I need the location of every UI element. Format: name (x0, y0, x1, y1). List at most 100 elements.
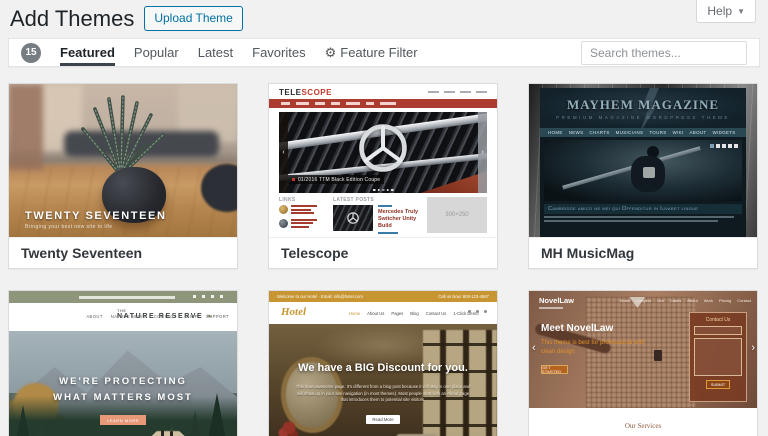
pine-tree (186, 411, 203, 436)
read-more-link[interactable] (378, 232, 398, 235)
topbar-right-text: Call us Now: 800-123-4567 (438, 294, 489, 299)
learn-more-button[interactable]: LEARN MORE (100, 415, 146, 425)
search-input[interactable] (581, 40, 747, 65)
theme-preview-novellaw[interactable]: NovelLaw Home Lawyers Our Cases About Wo… (529, 291, 757, 436)
site-header: Hotel Home About Us Pages Blog Contact U… (269, 302, 497, 324)
hero-subtitle: This theme is best for professional with… (541, 340, 645, 355)
site-header: NovelLaw Home Lawyers Our Cases About Wo… (539, 296, 751, 309)
slider-pagination[interactable] (710, 144, 738, 148)
avatar (279, 205, 288, 214)
social-icons (193, 295, 223, 298)
shirt-patch (643, 166, 655, 178)
tab-latest[interactable]: Latest (198, 39, 233, 66)
topbar (9, 291, 237, 303)
carousel-next-arrow[interactable]: › (751, 342, 755, 354)
theme-name-label[interactable]: Twenty Seventeen (9, 237, 237, 268)
succulent-plant (81, 94, 165, 177)
help-tab[interactable]: Help ▼ (696, 0, 756, 23)
logo-tagline (539, 307, 563, 309)
theme-card-mh-musicmag[interactable]: MAYHEM MAGAZINE PREMIUM MAGAZINE WORDPRE… (528, 83, 758, 269)
hotel-logo: Hotel (281, 306, 307, 318)
latest-heading: LATEST POSTS (333, 197, 375, 203)
gold-topbar: Welcome to our Hotel · Email: info@hotel… (269, 291, 497, 302)
contact-input[interactable] (694, 326, 742, 335)
help-label: Help (707, 4, 733, 18)
links-heading: LINKS (279, 197, 296, 203)
preview-site-title: TWENTY SEVENTEEN (25, 210, 167, 222)
contact-form-title: Contact Us (705, 317, 731, 323)
image-slider: ‹ › 01/2016 TTM Black Edition Coupe (279, 112, 487, 193)
hero-title: We have a BIG Discount for you. (298, 362, 468, 375)
upload-theme-button[interactable]: Upload Theme (144, 6, 243, 31)
theme-card-novellaw[interactable]: NovelLaw Home Lawyers Our Cases About Wo… (528, 290, 758, 436)
services-section: Our Services (529, 408, 757, 436)
theme-filter-bar: 15 Featured Popular Latest Favorites ⚙ F… (8, 38, 760, 67)
post-title[interactable]: Mercedes Truly Switcher Unity Build (378, 209, 419, 230)
theme-name-label[interactable]: MH MusicMag (529, 237, 757, 268)
preview-site-tagline: Bringing your best new site to life (25, 224, 113, 230)
contact-form: Contact Us SUBMIT (689, 312, 747, 402)
slider-next-arrow[interactable]: › (478, 112, 487, 193)
submit-button[interactable]: SUBMIT (706, 380, 730, 389)
hotel-nav: Home About Us Pages Blog Contact Us 1-Cl… (349, 311, 479, 316)
musicmag-nav: HOME NEWS CHARTS MUSICIANS TOURS WIKI AB… (540, 128, 746, 137)
tab-favorites[interactable]: Favorites (252, 39, 305, 66)
masthead-tagline: PREMIUM MAGAZINE WORDPRESS THEME (556, 115, 730, 120)
post-headline[interactable]: Cambridge amico ne mei qui Offenditur in… (544, 204, 742, 214)
top-links (428, 91, 487, 93)
theme-preview-twenty-seventeen[interactable]: TWENTY SEVENTEEN Bringing your best new … (9, 84, 237, 237)
theme-name-label[interactable]: Telescope (269, 237, 497, 268)
theme-count-badge: 15 (21, 42, 41, 63)
theme-card-hotel[interactable]: Welcome to our Hotel · Email: info@hotel… (268, 290, 498, 436)
chevron-down-icon: ▼ (737, 6, 745, 16)
theme-card-telescope[interactable]: TELESCOPE ‹ › 01/2016 TTM Black Edition … (268, 83, 498, 269)
admin-header: Add Themes Upload Theme (0, 0, 768, 37)
hiker (161, 429, 165, 436)
musicmag-page: MAYHEM MAGAZINE PREMIUM MAGAZINE WORDPRE… (540, 88, 746, 237)
search-wrap (581, 40, 747, 65)
feature-filter-label: Feature Filter (340, 45, 418, 60)
social-icons (468, 310, 487, 313)
mercedes-star-icon (347, 212, 359, 224)
link-item (279, 205, 325, 216)
theme-card-nature-reserve[interactable]: THE NATURE RESERVE ❧ ABOUT NATURE NEWS C… (8, 290, 238, 436)
masthead: MAYHEM MAGAZINE PREMIUM MAGAZINE WORDPRE… (540, 88, 746, 128)
contact-message-field[interactable] (694, 338, 742, 376)
theme-preview-mh-musicmag[interactable]: MAYHEM MAGAZINE PREMIUM MAGAZINE WORDPRE… (529, 84, 757, 237)
tab-popular[interactable]: Popular (134, 39, 179, 66)
mercedes-star-icon (359, 123, 407, 172)
nature-nav: ABOUT NATURE NEWS CONTACT SHOP SUPPORT (86, 314, 229, 319)
pine-tree (13, 405, 32, 436)
pine-tree (34, 417, 49, 436)
topbar-left-text: Welcome to our Hotel · Email: info@hotel… (277, 294, 363, 299)
tab-featured[interactable]: Featured (60, 39, 115, 66)
gear-icon: ⚙ (324, 45, 337, 60)
novellaw-hero: NovelLaw Home Lawyers Our Cases About Wo… (529, 291, 757, 408)
mountain-hero: WE'RE PROTECTING WHAT MATTERS MOST LEARN… (9, 331, 237, 436)
carousel-prev-arrow[interactable]: ‹ (532, 342, 536, 354)
read-more-button[interactable]: Read More (366, 415, 400, 425)
theme-preview-hotel[interactable]: Welcome to our Hotel · Email: info@hotel… (269, 291, 497, 436)
feature-filter-button[interactable]: ⚙ Feature Filter (325, 45, 418, 60)
telescope-logo: TELESCOPE (279, 88, 332, 97)
caption-tag (292, 178, 295, 181)
get-started-button[interactable]: GET STARTED (541, 365, 568, 374)
red-nav-bar (269, 99, 497, 108)
site-header: THE NATURE RESERVE ❧ ABOUT NATURE NEWS C… (9, 303, 237, 331)
category-link[interactable] (378, 205, 392, 207)
post-thumbnail (333, 205, 373, 231)
phone (654, 349, 663, 361)
latest-posts-column: LATEST POSTS Mercedes Truly Switcher Uni… (333, 197, 419, 235)
post-excerpt (544, 216, 742, 222)
avatar (279, 218, 288, 228)
hero-title: WE'RE PROTECTING WHAT MATTERS MOST (53, 376, 193, 404)
theme-preview-telescope[interactable]: TELESCOPE ‹ › 01/2016 TTM Black Edition … (269, 84, 497, 237)
slider-prev-arrow[interactable]: ‹ (279, 112, 288, 193)
hero-body: This is an awesome page. It's different … (295, 383, 471, 403)
theme-preview-nature-reserve[interactable]: THE NATURE RESERVE ❧ ABOUT NATURE NEWS C… (9, 291, 237, 436)
hiker (170, 430, 174, 436)
theme-card-twenty-seventeen[interactable]: TWENTY SEVENTEEN Bringing your best new … (8, 83, 238, 269)
hero-title: Meet NovelLaw (541, 323, 614, 334)
novellaw-logo: NovelLaw (539, 296, 574, 309)
slider-dots[interactable] (372, 188, 394, 191)
